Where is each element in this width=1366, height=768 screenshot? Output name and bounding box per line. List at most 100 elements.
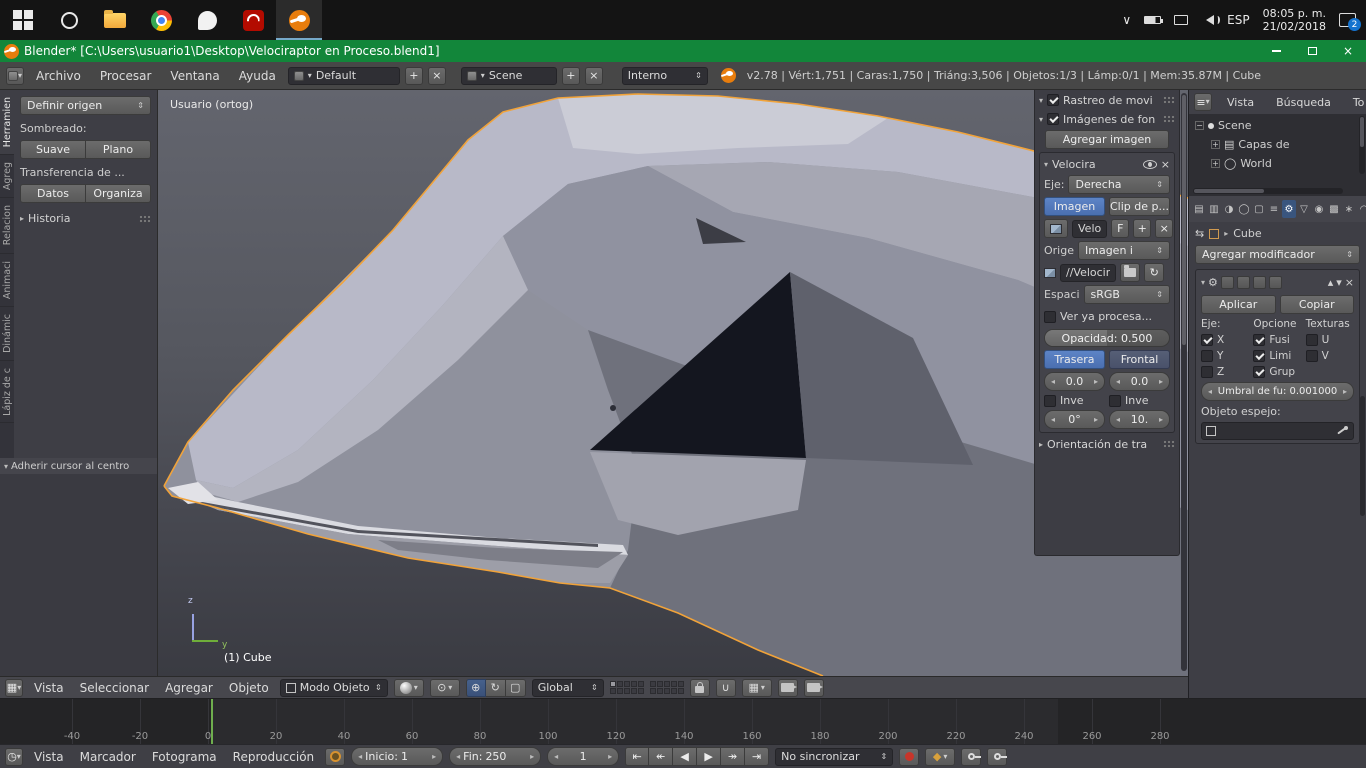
tab-render[interactable]: ▤ [1192, 200, 1206, 218]
fake-user-button[interactable]: F [1111, 219, 1129, 238]
browse-image-button[interactable] [1044, 219, 1068, 238]
outliner-menu-busqueda[interactable]: Búsqueda [1269, 96, 1338, 109]
shade-smooth-button[interactable]: Suave [20, 140, 86, 159]
current-frame-field[interactable]: ◂ 1 ▸ [547, 747, 619, 766]
sync-dropdown[interactable]: No sincronizar⇕ [775, 748, 893, 766]
motion-tracking-panel-header[interactable]: ▾ Rastreo de movi [1039, 92, 1175, 108]
opacity-slider[interactable]: Opacidad: 0.500 [1044, 329, 1170, 347]
battery-icon[interactable] [1144, 16, 1161, 24]
merge-threshold-field[interactable]: ◂ Umbral de fu: 0.001000 ▸ [1201, 382, 1354, 401]
panel-grip-icon[interactable] [1163, 440, 1175, 448]
tab-particles[interactable]: ∗ [1342, 200, 1356, 218]
clock[interactable]: 08:05 p. m. 21/02/2018 [1263, 7, 1326, 33]
apply-button[interactable]: Aplicar [1201, 295, 1276, 314]
operator-panel-header[interactable]: ▾ Adherir cursor al centro [0, 458, 157, 474]
outliner-hscrollbar[interactable] [1193, 188, 1343, 194]
vp-menu-objeto[interactable]: Objeto [224, 681, 274, 695]
shading-dropdown[interactable]: ▾ [394, 679, 424, 697]
render-toggle-icon[interactable] [1221, 276, 1234, 289]
keyboard-language[interactable]: ESP [1227, 13, 1249, 27]
orientation-dropdown[interactable]: Global⇕ [532, 679, 604, 697]
outliner-item-render-layers[interactable]: + ▤ Capas de [1195, 136, 1366, 153]
front-button[interactable]: Frontal [1109, 350, 1170, 369]
tab-dinamica[interactable]: Dinámic [0, 307, 14, 361]
end-frame-field[interactable]: ◂ Fin:250 ▸ [449, 747, 541, 766]
tl-menu-marcador[interactable]: Marcador [75, 750, 141, 764]
blender-taskbar-button[interactable] [276, 0, 322, 40]
move-up-icon[interactable]: ▴ [1328, 276, 1334, 289]
move-down-icon[interactable]: ▾ [1336, 276, 1342, 289]
transfer-layout-button[interactable]: Organiza [86, 184, 151, 203]
start-button[interactable] [0, 0, 46, 40]
delete-modifier-icon[interactable]: × [1345, 276, 1354, 289]
volume-icon[interactable] [1201, 15, 1214, 25]
close-layout-button[interactable]: × [428, 67, 446, 85]
vertex-groups-checkbox[interactable] [1253, 366, 1265, 378]
play-button[interactable]: ▶ [697, 747, 721, 766]
menu-archivo[interactable]: Archivo [29, 69, 88, 83]
tl-menu-reproduccion[interactable]: Reproducción [228, 750, 320, 764]
history-panel-header[interactable]: ▸ Historia [20, 212, 151, 225]
set-origin-button[interactable]: Definir origen⇕ [20, 96, 151, 115]
flip-vertical-checkbox[interactable] [1109, 395, 1121, 407]
source-movieclip-button[interactable]: Clip de p... [1109, 197, 1170, 216]
open-file-button[interactable] [1120, 263, 1140, 282]
axis-y-checkbox[interactable] [1201, 350, 1213, 362]
rotation-field[interactable]: ◂0°▸ [1044, 410, 1105, 429]
clipping-checkbox[interactable] [1253, 350, 1265, 362]
tab-relacion[interactable]: Relacion [0, 198, 14, 253]
transfer-data-button[interactable]: Datos [20, 184, 86, 203]
display-icon[interactable] [1174, 15, 1188, 25]
mirror-v-checkbox[interactable] [1306, 350, 1318, 362]
render-engine-selector[interactable]: Interno ⇕ [622, 67, 708, 85]
screen-layout-selector[interactable]: ▾ Default [288, 67, 400, 85]
remove-image-icon[interactable]: × [1161, 158, 1170, 171]
reload-image-button[interactable]: ↻ [1144, 263, 1164, 282]
add-layout-button[interactable]: + [405, 67, 423, 85]
mode-dropdown[interactable]: Modo Objeto ⇕ [280, 679, 388, 697]
panel-grip-icon[interactable] [1163, 96, 1175, 104]
expand-icon[interactable]: + [1211, 140, 1220, 149]
mirror-object-field[interactable] [1201, 422, 1354, 440]
delete-keyframe-button[interactable] [987, 748, 1007, 766]
shade-flat-button[interactable]: Plano [86, 140, 151, 159]
tab-constraints[interactable]: ≡ [1267, 200, 1281, 218]
outliner-item-scene[interactable]: − Scene [1195, 117, 1366, 134]
image-datablock-field[interactable]: Velo [1072, 220, 1107, 238]
filepath-field[interactable]: //Velocir [1060, 264, 1116, 282]
tab-textures[interactable]: ▩ [1327, 200, 1341, 218]
axis-dropdown[interactable]: Derecha⇕ [1068, 175, 1170, 194]
expand-icon[interactable]: + [1211, 159, 1220, 168]
viewport-scrollbar[interactable] [1181, 93, 1187, 671]
editor-type-button[interactable]: ▾ [6, 67, 24, 85]
add-scene-button[interactable]: + [562, 67, 580, 85]
tab-physics[interactable]: ◠ [1357, 200, 1366, 218]
pin-browse-icon[interactable]: ⇆ [1195, 227, 1204, 240]
snap-toggle-button[interactable]: ∪ [716, 679, 736, 697]
opengl-render-anim-button[interactable] [804, 679, 824, 697]
start-frame-field[interactable]: ◂ Inicio:1 ▸ [351, 747, 443, 766]
tab-herramientas[interactable]: Herramien [0, 90, 14, 155]
view-as-render-checkbox[interactable] [1044, 311, 1056, 323]
tab-scene[interactable]: ◑ [1222, 200, 1236, 218]
viewport-3d[interactable]: Usuario (ortog) (1) Cube z y ▾ Rastreo d… [158, 90, 1188, 676]
acrobat-button[interactable] [230, 0, 276, 40]
vp-menu-agregar[interactable]: Agregar [160, 681, 218, 695]
file-explorer-button[interactable] [92, 0, 138, 40]
vp-menu-seleccionar[interactable]: Seleccionar [75, 681, 154, 695]
view-toggle-icon[interactable] [1237, 276, 1250, 289]
scale-manipulator-button[interactable]: ▢ [506, 679, 526, 697]
chrome-button[interactable] [138, 0, 184, 40]
next-keyframe-button[interactable]: ↠ [721, 747, 745, 766]
layers-widget-left[interactable] [610, 681, 644, 694]
outliner-item-world[interactable]: + ◯ World [1195, 155, 1366, 172]
translate-manipulator-button[interactable]: ⊕ [466, 679, 486, 697]
flip-horizontal-checkbox[interactable] [1044, 395, 1056, 407]
axis-x-checkbox[interactable] [1201, 334, 1213, 346]
preview-range-toggle[interactable] [325, 748, 345, 766]
eye-icon[interactable] [1143, 160, 1157, 169]
close-button[interactable]: × [1330, 40, 1366, 62]
mirror-u-checkbox[interactable] [1306, 334, 1318, 346]
add-image-button[interactable]: Agregar imagen [1045, 130, 1169, 149]
offset-y-field[interactable]: ◂0.0▸ [1109, 372, 1170, 391]
